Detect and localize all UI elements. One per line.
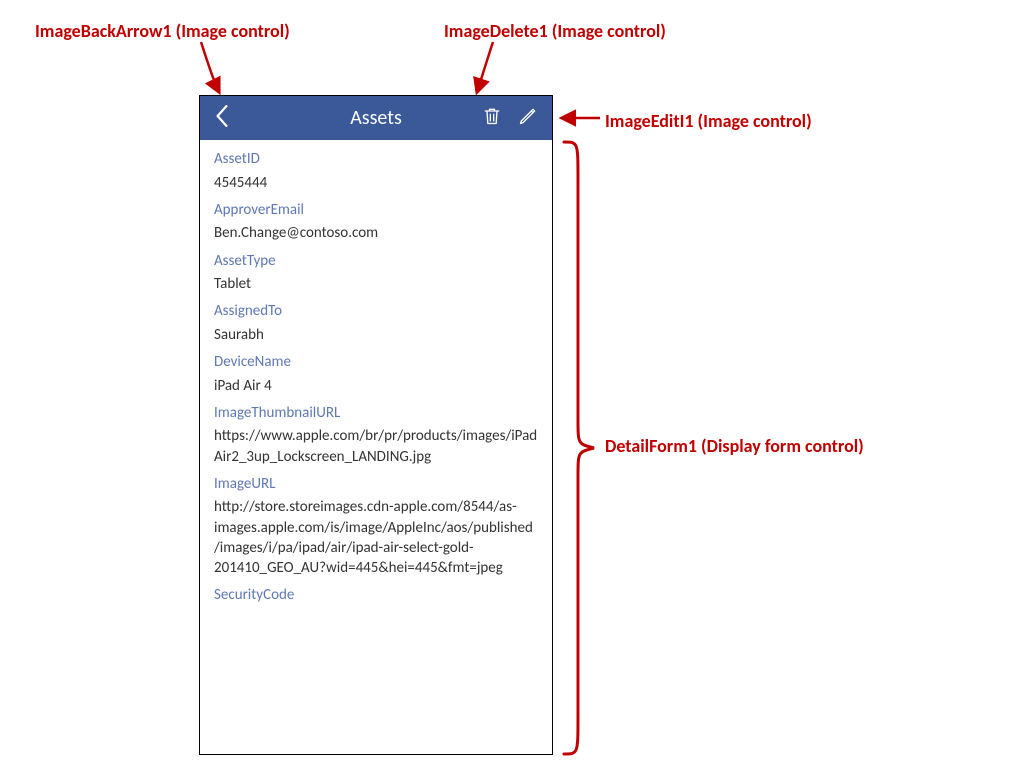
field-value: https://www.apple.com/br/pr/products/ima… [214,426,538,467]
annotation-delete: ImageDelete1 (Image control) [444,20,666,42]
field-label: AssetID [214,150,538,170]
field-label: ImageThumbnailURL [214,404,538,424]
header-actions [482,106,552,131]
field-label: DeviceName [214,353,538,373]
arrow-edit [558,108,602,133]
field-approveremail: ApproverEmail Ben.Change@contoso.com [214,201,538,244]
field-value: 4545444 [214,173,538,193]
edit-button[interactable] [518,106,538,131]
field-assettype: AssetType Tablet [214,252,538,295]
field-securitycode: SecurityCode [214,586,538,609]
arrow-back [195,40,235,100]
field-imageurl: ImageURL http://store.storeimages.cdn-ap… [214,475,538,579]
field-imagethumbnailurl: ImageThumbnailURL https://www.apple.com/… [214,404,538,467]
field-value: http://store.storeimages.cdn-apple.com/8… [214,497,538,578]
field-assetid: AssetID 4545444 [214,150,538,193]
chevron-left-icon [215,105,229,132]
pencil-icon [518,112,538,131]
app-header: Assets [200,96,552,140]
field-value: Ben.Change@contoso.com [214,223,538,243]
field-devicename: DeviceName iPad Air 4 [214,353,538,396]
field-label: ApproverEmail [214,201,538,221]
brace-detail-form [560,140,600,761]
trash-icon [482,112,502,131]
annotation-back-arrow: ImageBackArrow1 (Image control) [35,20,290,42]
field-assignedto: AssignedTo Saurabh [214,302,538,345]
annotation-detail-form: DetailForm1 (Display form control) [605,435,864,457]
detail-form: AssetID 4545444 ApproverEmail Ben.Change… [200,140,552,754]
back-button[interactable] [200,96,244,140]
field-label: AssignedTo [214,302,538,322]
field-value: Saurabh [214,325,538,345]
delete-button[interactable] [482,106,502,131]
field-label: AssetType [214,252,538,272]
field-value: iPad Air 4 [214,376,538,396]
field-label: ImageURL [214,475,538,495]
annotation-edit: ImageEditI1 (Image control) [605,110,812,132]
arrow-delete [465,40,505,100]
app-screen: Assets AssetID 4545444 [199,95,553,755]
field-value: Tablet [214,274,538,294]
field-label: SecurityCode [214,586,538,606]
